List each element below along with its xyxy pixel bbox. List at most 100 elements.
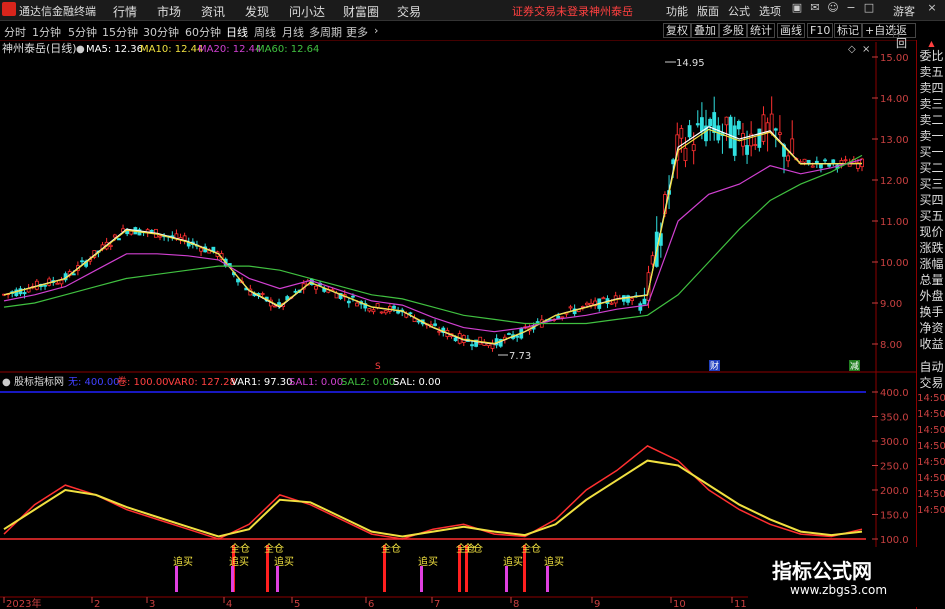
menu-trade[interactable]: 交易 [397,3,421,20]
legend-ma60: MA60: 12.64 [256,44,319,55]
side-item[interactable]: 卖二 [917,112,945,128]
menu-discover[interactable]: 发现 [245,3,269,20]
mark-button[interactable]: 标记 [834,23,862,38]
kline-chart[interactable]: 神州泰岳(日线) ● MA5: 12.36 MA10: 12.44 MA20: … [0,40,916,609]
side-item[interactable]: 卖四 [917,80,945,96]
close-chart-icon[interactable]: × [862,44,870,55]
menu-options[interactable]: 选项 [759,3,781,19]
multi-stock-button[interactable]: 多股 [719,23,747,38]
tag-finance: 财 [710,360,719,372]
chase-buy-bar [505,566,508,592]
period-tab[interactable]: 多周期 [309,24,342,40]
overlay-button[interactable]: 叠加 [691,23,719,38]
side-item-trade[interactable]: 交易 [917,375,945,391]
tag-s: S [375,362,381,372]
chase-buy-bar [420,566,423,592]
side-item[interactable]: 委比 [917,48,945,64]
menu-ask[interactable]: 问小达 [289,3,325,20]
candle-body [22,292,27,295]
indicator-legend-item: 无: 400.00 [68,377,120,388]
chevron-right-icon[interactable]: › [374,24,378,37]
period-tab[interactable]: 30分钟 [143,24,179,40]
stats-button[interactable]: 统计 [747,23,775,38]
side-item-auto[interactable]: 自动 [917,359,945,375]
menu-news[interactable]: 资讯 [201,3,225,20]
side-item[interactable]: 总量 [917,272,945,288]
candle-body [736,121,741,130]
candle-body [158,235,162,238]
chart-title: 神州泰岳(日线) [2,41,77,55]
candle-body [568,306,573,309]
var1-line [3,459,863,538]
menu-exchange[interactable]: 市场 [157,3,181,20]
candle-body [757,128,762,148]
draw-button[interactable]: 画线 [777,23,805,38]
menu-function[interactable]: 功能 [666,3,688,19]
ma20-line [3,158,863,333]
f10-button[interactable]: F10 [807,23,834,38]
period-tab[interactable]: 分时 [4,24,26,40]
side-scroll-icon[interactable]: ▲ [917,40,945,48]
minimize-icon[interactable]: − [844,1,858,17]
menu-market[interactable]: 行情 [113,3,137,20]
side-item[interactable]: 买三 [917,176,945,192]
side-item[interactable]: 现价 [917,224,945,240]
message-icon[interactable]: ✉ [808,1,822,17]
side-item[interactable]: 净资 [917,320,945,336]
indicator-toggle-icon[interactable]: ● [2,377,11,388]
side-item[interactable]: 涨幅 [917,256,945,272]
candle-body [346,300,351,304]
candle-body [695,123,700,126]
guest-label[interactable]: 游客 [893,3,915,19]
adjust-button[interactable]: 复权 [663,23,691,38]
back-button[interactable]: 返回 [893,23,916,50]
date-tick-label: 11 [734,599,747,609]
settings-icon[interactable]: ◇ [848,44,856,55]
period-tab-more[interactable]: 更多 [346,24,368,40]
candle-body [691,144,696,152]
side-item[interactable]: 外盘 [917,288,945,304]
close-icon[interactable]: × [925,1,939,17]
user-icon[interactable]: ☺ [826,1,840,17]
candle-body [108,244,113,247]
period-tab[interactable]: 周线 [254,24,276,40]
candle-body [810,165,815,168]
side-item[interactable]: 收益 [917,336,945,352]
side-item[interactable]: 买四 [917,192,945,208]
side-time: 14:50 [917,441,945,452]
period-tab[interactable]: 15分钟 [102,24,138,40]
indicator-tick-label: 350.0 [880,413,909,424]
maximize-icon[interactable]: □ [862,1,876,17]
candle-body [351,295,355,298]
candle-body [609,302,614,305]
menu-formula[interactable]: 公式 [728,3,750,19]
skin-icon[interactable]: ▣ [790,1,804,17]
login-warning[interactable]: 证券交易未登录 [512,3,589,19]
indicator-tick-label: 400.0 [880,388,909,399]
side-item[interactable]: 卖三 [917,96,945,112]
full-position-label: 全仓 [230,542,250,555]
side-item[interactable]: 买一 [917,144,945,160]
candle-body [638,303,643,311]
candle-body [408,312,413,315]
side-item[interactable]: 涨跌 [917,240,945,256]
side-item[interactable]: 买二 [917,160,945,176]
date-tick-label: 7 [434,599,440,609]
legend-toggle-icon[interactable]: ● [76,44,85,55]
side-item[interactable]: 换手 [917,304,945,320]
period-tab[interactable]: 1分钟 [32,24,61,40]
ma60-line [3,154,863,325]
menu-wealth[interactable]: 财富圈 [343,3,379,20]
indicator-legend-item: VAR0: 127.28 [168,377,236,388]
menu-layout[interactable]: 版面 [697,3,719,19]
period-tab[interactable]: 5分钟 [68,24,97,40]
indicator-legend-item: SAL: 0.00 [393,377,441,388]
period-tab[interactable]: 60分钟 [185,24,221,40]
period-tab[interactable]: 月线 [282,24,304,40]
period-tab-selected[interactable]: 日线 [226,24,248,40]
side-item[interactable]: 买五 [917,208,945,224]
side-item[interactable]: 卖一 [917,128,945,144]
side-item[interactable]: 卖五 [917,64,945,80]
indicator-tick-label: 100.0 [880,535,909,546]
candle-body [260,293,265,295]
